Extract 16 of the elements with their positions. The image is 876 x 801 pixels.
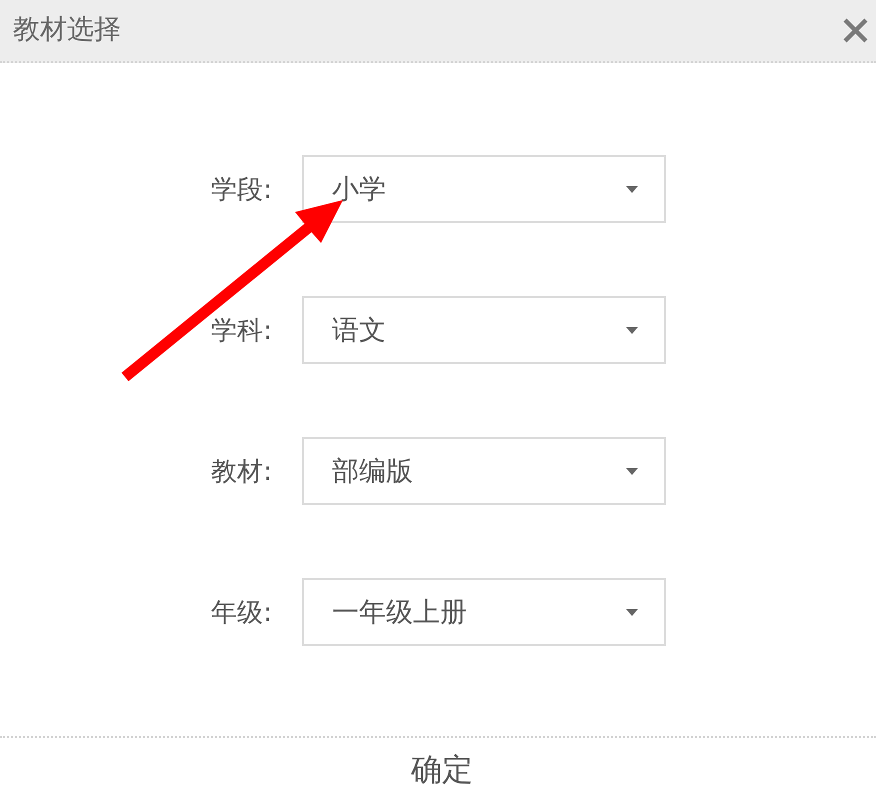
- caret-icon: [626, 186, 638, 192]
- caret-icon: [626, 468, 638, 474]
- close-button[interactable]: [843, 18, 868, 43]
- close-icon: [843, 18, 868, 43]
- select-field[interactable]: 部编版: [302, 437, 666, 505]
- select-field[interactable]: 语文: [302, 296, 666, 364]
- caret-icon: [626, 326, 638, 334]
- caret-icon: [626, 608, 638, 616]
- select-field[interactable]: 一年级上册: [302, 578, 666, 646]
- field-label: 学科:: [210, 314, 272, 348]
- dialog-title: 教材选择: [13, 14, 121, 47]
- field-label: 年级:: [210, 596, 272, 630]
- field-label: 学段:: [210, 174, 272, 206]
- confirm-button[interactable]: 确定: [405, 746, 479, 792]
- field-label: 教材:: [210, 456, 272, 488]
- select-field[interactable]: 小学: [302, 155, 666, 223]
